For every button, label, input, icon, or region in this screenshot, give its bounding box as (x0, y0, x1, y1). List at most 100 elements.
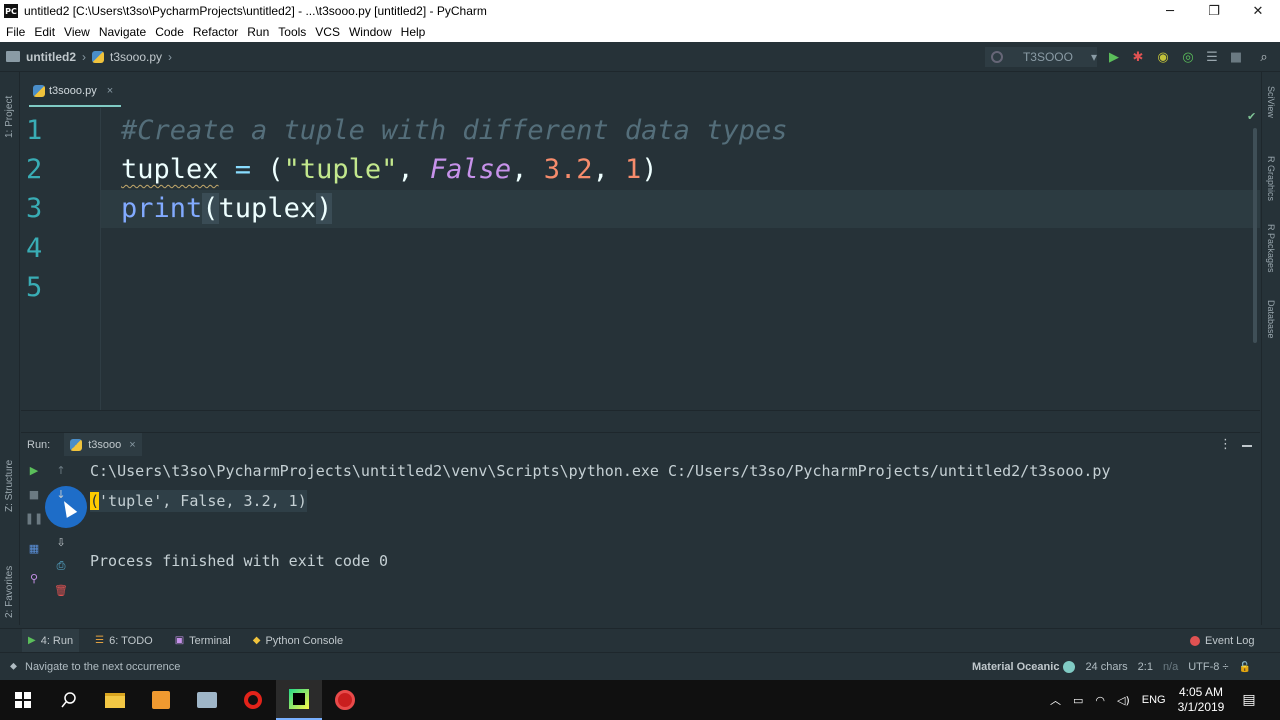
minimize-panel-icon[interactable] (1242, 445, 1252, 447)
recorder-button[interactable] (322, 680, 368, 720)
file-explorer-button[interactable] (92, 680, 138, 720)
notification-icon[interactable]: ▤ (1242, 692, 1255, 708)
event-log-button[interactable]: Event Log (1190, 629, 1255, 653)
editor-tab-t3sooo[interactable]: t3sooo.py × (29, 80, 117, 102)
run-panel-label: Run: (27, 438, 51, 451)
window-title: untitled2 [C:\Users\t3so\PycharmProjects… (24, 4, 487, 18)
file-encoding[interactable]: UTF-8 ÷ (1188, 661, 1228, 673)
favorites-tool-button[interactable]: 2: Favorites (4, 566, 15, 618)
terminal-tool-button[interactable]: ▣ Terminal (169, 629, 237, 653)
sublime-text-button[interactable] (138, 680, 184, 720)
run-tool-button[interactable]: ▶ 4: Run (22, 628, 80, 653)
menu-window[interactable]: Window (345, 25, 396, 39)
bottom-tool-bar: ▶ 4: Run ☰ 6: TODO ▣ Terminal ◆ Python C… (0, 628, 1280, 653)
down-arrow-icon[interactable]: ↓ (54, 487, 68, 501)
volume-icon[interactable]: ◁) (1117, 694, 1130, 707)
python-config-icon (991, 51, 1003, 63)
code-editor[interactable]: 1 2 3 4 5 #Create a tuple with different… (21, 108, 1260, 410)
r-graphics-tool-button[interactable]: R Graphics (1266, 156, 1276, 201)
todo-tool-button[interactable]: ☰ 6: TODO (89, 629, 159, 653)
r-packages-tool-button[interactable]: R Packages (1266, 224, 1276, 273)
battery-icon[interactable]: ▭ (1073, 694, 1083, 707)
console-exit-message: Process finished with exit code 0 (90, 552, 389, 570)
computer-icon (197, 692, 217, 708)
stop-button[interactable]: ■ (1228, 49, 1244, 65)
pause-icon[interactable]: ❚❚ (25, 511, 43, 525)
editor-scrollbar[interactable] (1253, 128, 1257, 343)
lock-icon[interactable]: 🔓 (1239, 662, 1251, 673)
menu-run[interactable]: Run (243, 25, 273, 39)
event-log-label: Event Log (1205, 635, 1255, 647)
network-app-button[interactable] (184, 680, 230, 720)
run-console[interactable]: ▶ ↑ ■ ❚❚ ↓ ▦ ⇩ ⎙ ⚲ 🗑 C:\Users\t3so\Pycha… (21, 456, 1260, 626)
python-console-icon: ◆ (252, 635, 261, 646)
menu-refactor[interactable]: Refactor (189, 25, 242, 39)
language-indicator[interactable]: ENG (1142, 694, 1166, 706)
menu-tools[interactable]: Tools (274, 25, 310, 39)
console-command: C:\Users\t3so\PycharmProjects\untitled2\… (90, 462, 1111, 480)
caret-position[interactable]: 2:1 (1138, 661, 1153, 673)
wifi-icon[interactable]: ◠ (1095, 694, 1105, 707)
clock[interactable]: 4:05 AM 3/1/2019 (1178, 685, 1225, 715)
menu-edit[interactable]: Edit (30, 25, 59, 39)
print-icon[interactable]: ⎙ (54, 559, 68, 573)
close-button[interactable]: ✕ (1236, 0, 1280, 22)
line-number: 5 (26, 272, 43, 303)
sciview-tool-button[interactable]: SciView (1266, 86, 1276, 118)
up-arrow-icon[interactable]: ↑ (54, 463, 68, 477)
coverage-button[interactable]: ◉ (1155, 49, 1171, 65)
structure-tool-button[interactable]: Z: Structure (4, 460, 15, 512)
rerun-icon[interactable]: ▶ (27, 463, 41, 477)
layout-icon[interactable]: ▦ (27, 541, 41, 555)
project-tool-button[interactable]: 1: Project (4, 96, 15, 138)
menu-navigate[interactable]: Navigate (95, 25, 150, 39)
panel-divider[interactable] (21, 410, 1260, 432)
clock-date: 3/1/2019 (1177, 700, 1225, 714)
concurrency-button[interactable]: ☰ (1204, 49, 1220, 65)
python-console-tool-button[interactable]: ◆ Python Console (247, 629, 349, 653)
breadcrumb-separator: › (82, 49, 86, 64)
line-separator[interactable]: n/a (1163, 661, 1178, 673)
breadcrumb-file[interactable]: t3sooo.py (110, 50, 162, 64)
database-tool-button[interactable]: Database (1266, 300, 1276, 339)
minimize-button[interactable]: ─ (1148, 0, 1192, 22)
pin-icon[interactable]: ⚲ (27, 571, 41, 585)
opera-button[interactable] (230, 680, 276, 720)
more-options-icon[interactable]: ⋮ (1219, 437, 1232, 452)
run-configuration-name: T3SOOO (1022, 50, 1073, 64)
python-console-tool-label: Python Console (265, 634, 344, 647)
start-button[interactable] (0, 680, 46, 720)
maximize-button[interactable]: ❐ (1192, 0, 1236, 22)
scroll-to-end-icon[interactable]: ⇩ (54, 535, 68, 549)
terminal-tool-label: Terminal (189, 634, 231, 647)
debug-button[interactable]: ✱ (1130, 49, 1146, 65)
theme-name: Material Oceanic (972, 661, 1060, 673)
record-icon (335, 690, 355, 710)
breadcrumb-project[interactable]: untitled2 (26, 50, 76, 64)
system-tray: ︿ ▭ ◠ ◁) ENG 4:05 AM 3/1/2019 ▤ (1050, 680, 1256, 720)
menu-view[interactable]: View (60, 25, 94, 39)
run-tab-t3sooo[interactable]: t3sooo × (64, 432, 142, 457)
chevron-up-icon[interactable]: ︿ (1050, 692, 1061, 708)
menu-code[interactable]: Code (151, 25, 188, 39)
menu-file[interactable]: File (2, 25, 29, 39)
search-button[interactable] (46, 680, 92, 720)
folder-icon (105, 692, 125, 708)
close-tab-icon[interactable]: × (129, 439, 135, 451)
sublime-icon (152, 691, 170, 709)
search-icon[interactable]: ⌕ (1256, 49, 1272, 65)
menu-vcs[interactable]: VCS (311, 25, 344, 39)
run-button[interactable]: ▶ (1106, 49, 1122, 65)
status-bar: ⬥ Navigate to the next occurrence Materi… (0, 652, 1280, 680)
profile-button[interactable]: ◎ (1180, 49, 1196, 65)
theme-indicator[interactable]: Material Oceanic (972, 661, 1076, 673)
trash-icon[interactable]: 🗑 (54, 583, 68, 597)
close-tab-icon[interactable]: × (107, 85, 113, 97)
menu-help[interactable]: Help (397, 25, 430, 39)
stop-icon[interactable]: ■ (27, 487, 41, 501)
code-operator: = (218, 154, 268, 185)
line-number: 3 (26, 193, 43, 224)
console-output-text: 'tuple', False, 3.2, 1) (99, 492, 307, 510)
pycharm-taskbar-button[interactable] (276, 680, 322, 720)
run-configuration-select[interactable]: T3SOOO ▾ (985, 47, 1097, 67)
